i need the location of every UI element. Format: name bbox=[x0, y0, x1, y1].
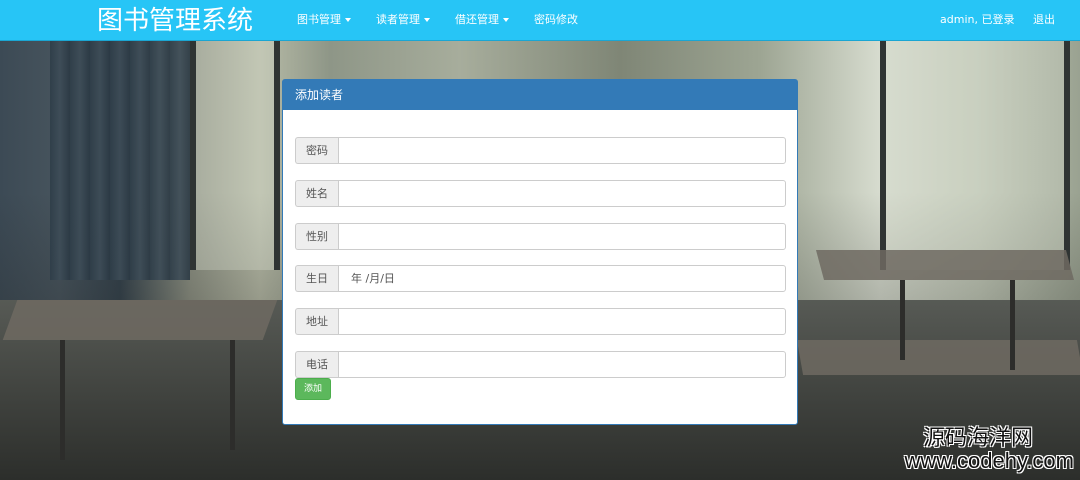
gender-label: 性别 bbox=[295, 223, 338, 250]
watermark-url: www.codehy.com bbox=[904, 448, 1074, 473]
password-field-group: 密码 bbox=[295, 137, 786, 164]
name-field-group: 姓名 bbox=[295, 180, 786, 207]
nav-password-change-label: 密码修改 bbox=[534, 13, 578, 26]
nav-reader-management-label: 读者管理 bbox=[376, 13, 420, 26]
phone-field-group: 电话 bbox=[295, 351, 786, 378]
password-input[interactable] bbox=[338, 137, 786, 164]
address-field-group: 地址 bbox=[295, 308, 786, 335]
background-desk-leg bbox=[230, 340, 235, 450]
top-navbar: 图书管理系统 图书管理 读者管理 借还管理 密码修改 admin, 已登录 退出 bbox=[0, 0, 1080, 41]
phone-input[interactable] bbox=[338, 351, 786, 378]
nav-book-management[interactable]: 图书管理 bbox=[297, 12, 351, 28]
nav-reader-management[interactable]: 读者管理 bbox=[376, 12, 430, 28]
background-desk-leg bbox=[900, 280, 905, 360]
background-desk bbox=[2, 300, 278, 340]
address-input[interactable] bbox=[338, 308, 786, 335]
panel-title: 添加读者 bbox=[283, 80, 797, 110]
caret-down-icon bbox=[345, 18, 351, 22]
caret-down-icon bbox=[503, 18, 509, 22]
background-desk bbox=[796, 340, 1080, 375]
gender-field-group: 性别 bbox=[295, 223, 786, 250]
birthday-date-input[interactable]: 年 /月/日 bbox=[338, 265, 786, 292]
nav-password-change[interactable]: 密码修改 bbox=[534, 12, 578, 28]
caret-down-icon bbox=[424, 18, 430, 22]
address-label: 地址 bbox=[295, 308, 338, 335]
birthday-field-group: 生日 年 /月/日 bbox=[295, 265, 786, 292]
logout-link[interactable]: 退出 bbox=[1033, 12, 1055, 28]
add-button[interactable]: 添加 bbox=[295, 378, 331, 400]
nav-borrow-return-label: 借还管理 bbox=[455, 13, 499, 26]
user-status[interactable]: admin, 已登录 bbox=[940, 12, 1014, 28]
background-desk bbox=[815, 250, 1075, 280]
background-desk-leg bbox=[60, 340, 65, 460]
background-curtain bbox=[50, 40, 190, 280]
name-input[interactable] bbox=[338, 180, 786, 207]
phone-label: 电话 bbox=[295, 351, 338, 378]
brand-title[interactable]: 图书管理系统 bbox=[97, 4, 253, 38]
background-window bbox=[190, 40, 280, 270]
gender-input[interactable] bbox=[338, 223, 786, 250]
background-window bbox=[880, 40, 1070, 270]
nav-book-management-label: 图书管理 bbox=[297, 13, 341, 26]
birthday-label: 生日 bbox=[295, 265, 338, 292]
background-desk-leg bbox=[1010, 280, 1015, 370]
password-label: 密码 bbox=[295, 137, 338, 164]
nav-borrow-return-management[interactable]: 借还管理 bbox=[455, 12, 509, 28]
name-label: 姓名 bbox=[295, 180, 338, 207]
add-reader-panel: 添加读者 密码 姓名 性别 生日 年 /月/日 地址 电话 添加 bbox=[282, 79, 798, 425]
